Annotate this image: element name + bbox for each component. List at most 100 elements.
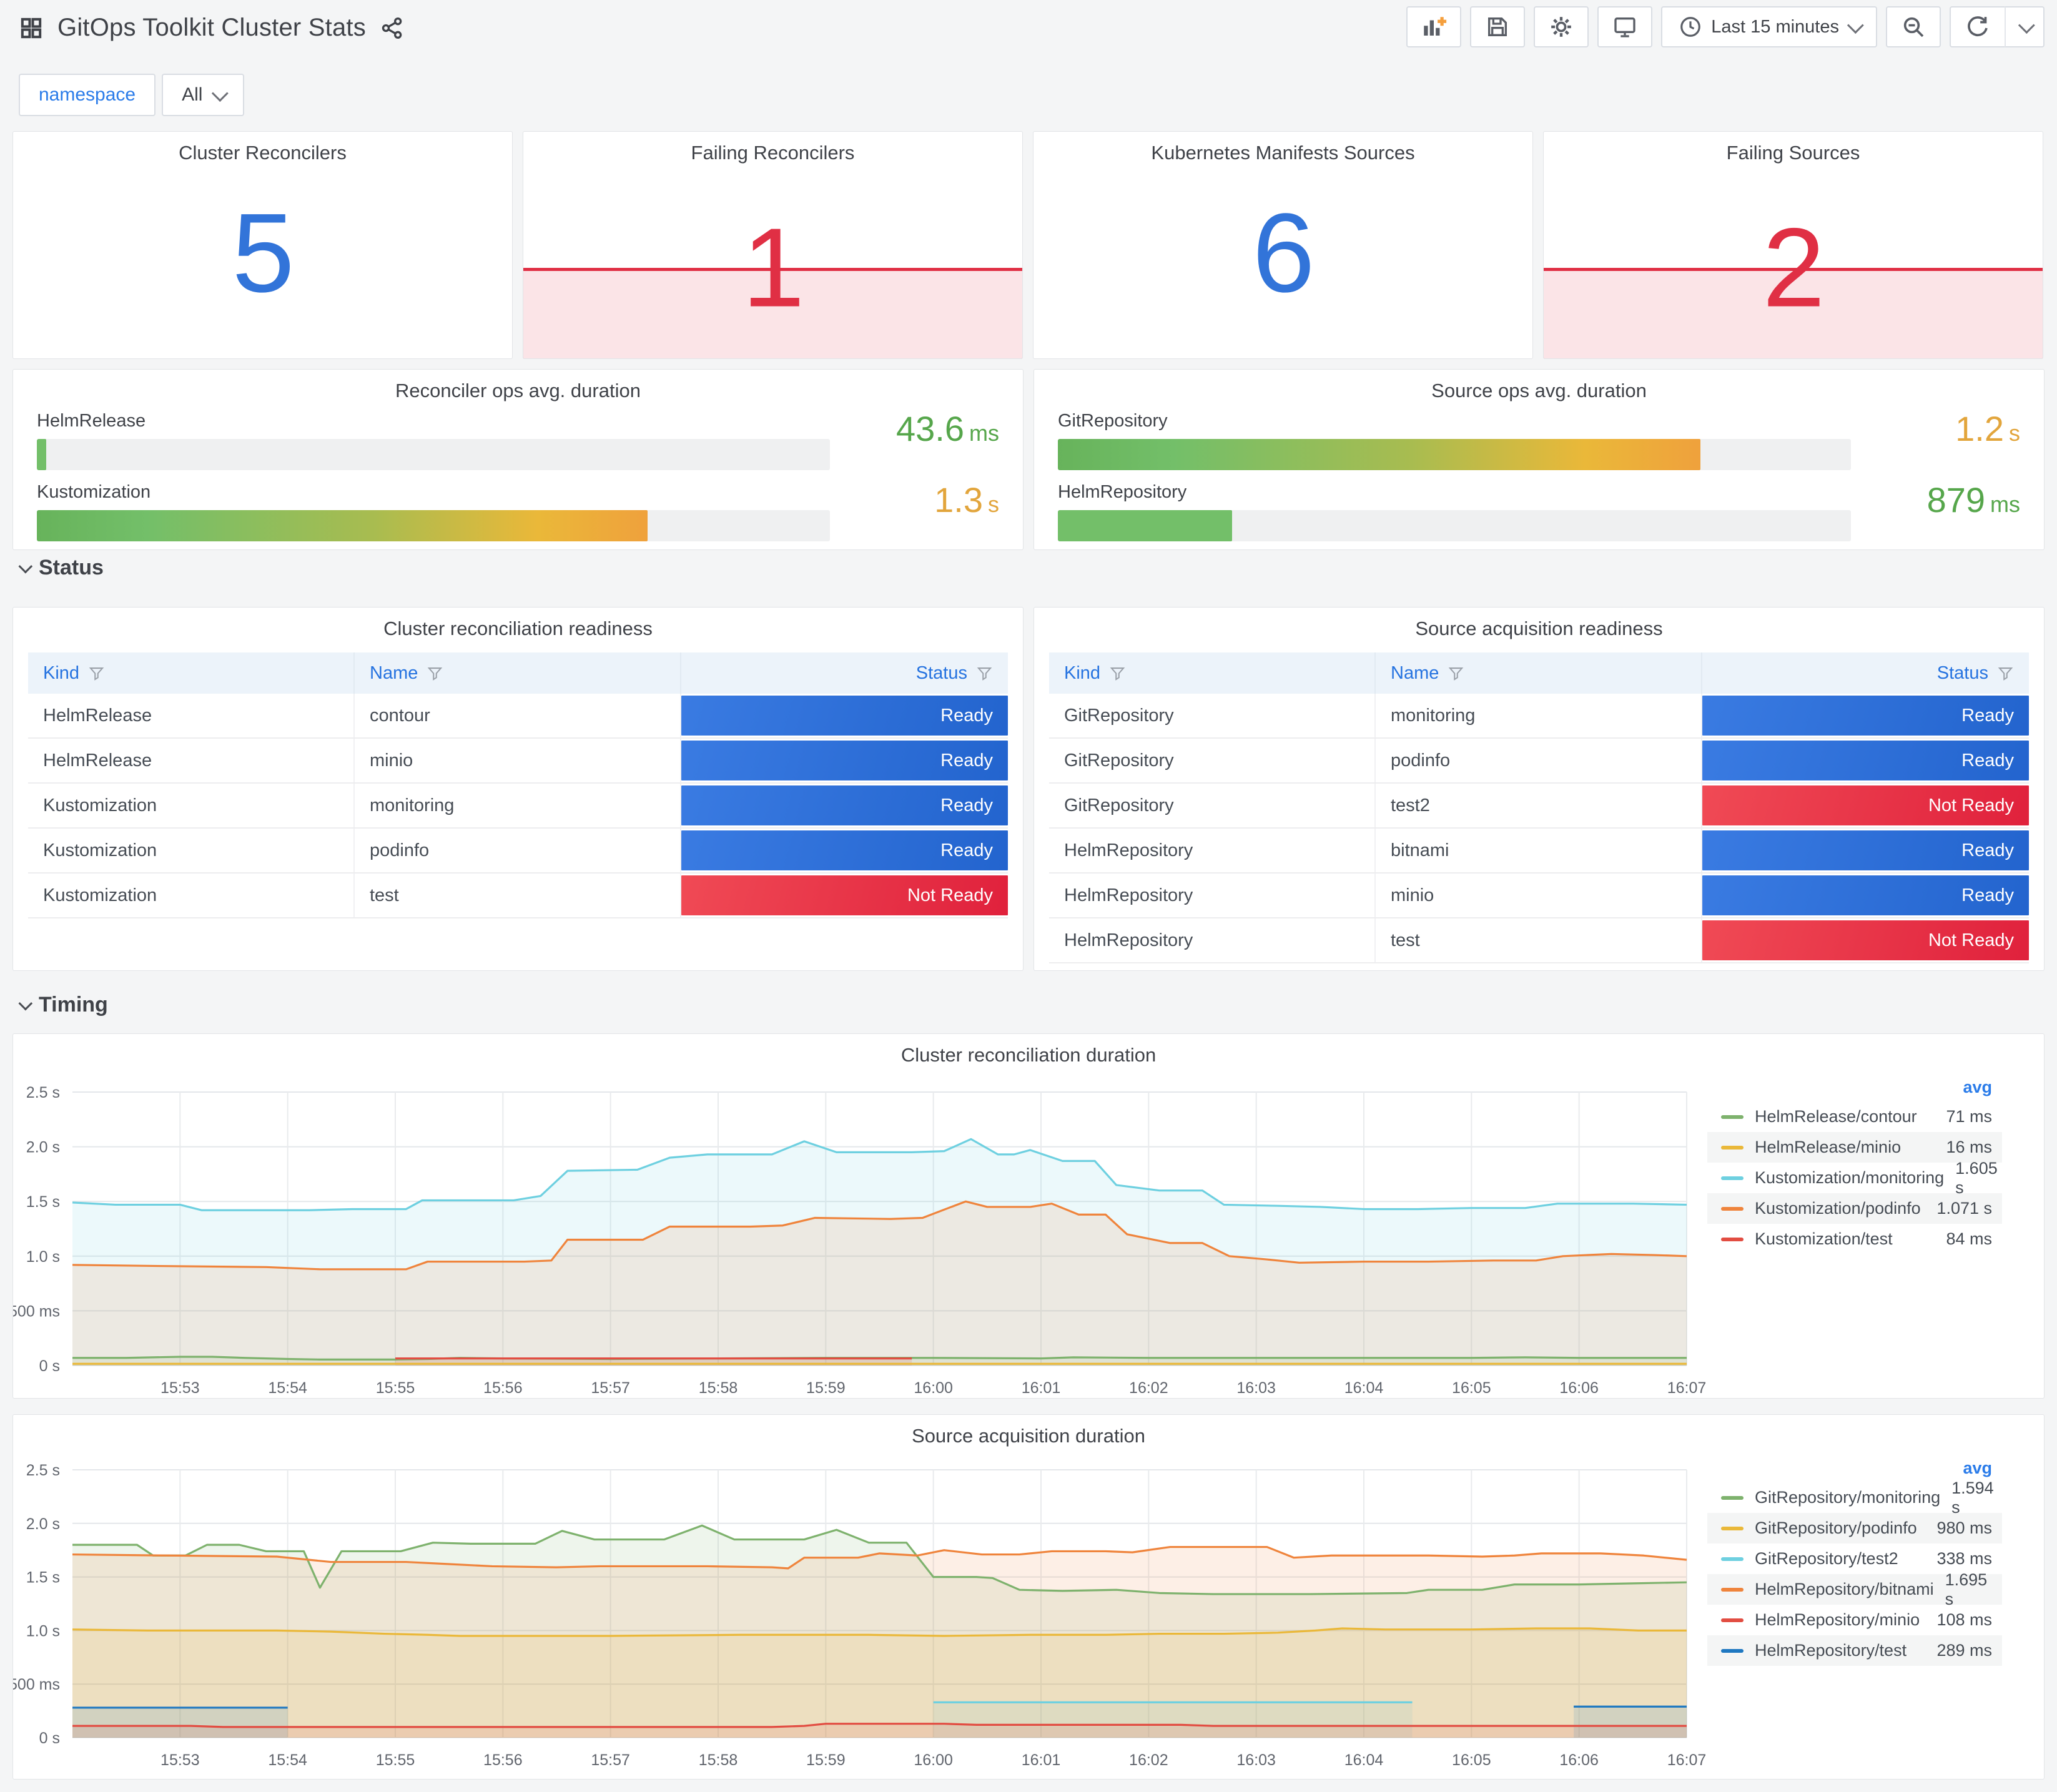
filter-icon[interactable] (88, 665, 105, 682)
column-header-status[interactable]: Status (1702, 652, 2029, 694)
gauge-row-kustomization: Kustomization 1.3 s (37, 480, 999, 557)
legend-series-avg: 1.594 s (1951, 1478, 1994, 1517)
section-title: Status (39, 556, 104, 579)
legend-series-avg: 980 ms (1936, 1519, 1992, 1537)
panel-title[interactable]: Failing Reconcilers (523, 142, 1022, 164)
legend-item[interactable]: HelmRepository/bitnami 1.695 s (1707, 1570, 2002, 1608)
legend-series-name: HelmRepository/bitnami (1755, 1580, 1934, 1598)
table-row: HelmRelease minio Ready (28, 739, 1008, 784)
legend-series-color (1721, 1618, 1744, 1622)
dashboard-grid-icon[interactable] (19, 16, 44, 41)
panel-title[interactable]: Cluster reconciliation readiness (13, 618, 1023, 640)
status-badge: Ready (1702, 830, 2029, 870)
legend-series-color (1721, 1495, 1744, 1500)
svg-text:15:55: 15:55 (376, 1751, 415, 1769)
gauge-value: 43.6 ms (896, 409, 999, 448)
refresh-button[interactable] (1950, 6, 2005, 47)
legend-item[interactable]: Kustomization/monitoring 1.605 s (1707, 1159, 2002, 1197)
table-row: GitRepository podinfo Ready (1049, 739, 2029, 784)
legend-series-avg: 108 ms (1936, 1610, 1992, 1629)
filter-icon[interactable] (427, 665, 443, 682)
legend-series-name: HelmRelease/contour (1755, 1107, 1917, 1126)
column-header-name[interactable]: Name (1376, 652, 1702, 694)
svg-text:2.5 s: 2.5 s (26, 1462, 60, 1479)
table-header-row: Kind Name Status (28, 652, 1008, 694)
legend-series-avg: 84 ms (1946, 1229, 1992, 1248)
tv-mode-button[interactable] (1597, 6, 1653, 47)
legend-series-name: Kustomization/podinfo (1755, 1199, 1921, 1218)
panel-title[interactable]: Kubernetes Manifests Sources (1033, 142, 1532, 164)
legend-series-color (1721, 1557, 1744, 1561)
save-dashboard-button[interactable] (1470, 6, 1526, 47)
svg-text:15:54: 15:54 (268, 1751, 307, 1769)
svg-text:500 ms: 500 ms (13, 1676, 60, 1693)
panel-title[interactable]: Source acquisition readiness (1034, 618, 2044, 640)
legend-item[interactable]: HelmRepository/minio 108 ms (1707, 1605, 2002, 1635)
legend-item[interactable]: GitRepository/monitoring 1.594 s (1707, 1479, 2002, 1517)
variable-namespace-select[interactable]: All (162, 74, 245, 116)
cell-kind: HelmRepository (1049, 918, 1376, 962)
section-row-timing[interactable]: Timing (18, 993, 108, 1017)
status-badge: Not Ready (1702, 785, 2029, 825)
panel-title[interactable]: Failing Sources (1544, 142, 2043, 164)
stat-value: 2 (1762, 205, 1825, 331)
legend-item[interactable]: HelmRepository/test 289 ms (1707, 1635, 2002, 1666)
legend-avg-header[interactable]: avg (1707, 1073, 2002, 1101)
zoom-out-button[interactable] (1886, 6, 1941, 47)
panel-title[interactable]: Source ops avg. duration (1034, 380, 2044, 402)
column-header-status[interactable]: Status (681, 652, 1008, 694)
legend-series-avg: 1.071 s (1936, 1199, 1992, 1218)
panel-title[interactable]: Cluster Reconcilers (13, 142, 512, 164)
legend-series-avg: 16 ms (1946, 1138, 1992, 1156)
panel-failing-reconcilers: Failing Reconcilers 1 (523, 131, 1023, 359)
legend-series-color (1721, 1526, 1744, 1530)
filter-icon[interactable] (1448, 665, 1464, 682)
legend-series-avg: 1.695 s (1945, 1570, 1988, 1608)
svg-text:15:58: 15:58 (699, 1379, 738, 1397)
gauge-row-gitrepository: GitRepository 1.2 s (1058, 409, 2020, 486)
gauge-value: 1.3 s (934, 480, 999, 519)
legend-item[interactable]: HelmRelease/contour 71 ms (1707, 1101, 2002, 1132)
svg-text:15:55: 15:55 (376, 1379, 415, 1397)
legend-item[interactable]: GitRepository/podinfo 980 ms (1707, 1513, 2002, 1543)
table-row: Kustomization monitoring Ready (28, 784, 1008, 829)
panel-cluster-reconciliation-duration: Cluster reconciliation duration 0 s 500 m… (12, 1033, 2045, 1399)
refresh-interval-button[interactable] (2005, 6, 2045, 47)
legend-series-avg: 289 ms (1936, 1641, 1992, 1660)
cell-name: monitoring (355, 784, 681, 827)
legend-series-color (1721, 1237, 1744, 1241)
svg-text:16:04: 16:04 (1344, 1379, 1384, 1397)
filter-icon[interactable] (976, 665, 993, 682)
share-icon[interactable] (380, 16, 405, 41)
submenu: namespace All (19, 74, 245, 116)
time-range-picker[interactable]: Last 15 minutes (1661, 6, 1877, 47)
svg-text:2.0 s: 2.0 s (26, 1139, 60, 1156)
section-row-status[interactable]: Status (18, 556, 104, 580)
column-header-kind[interactable]: Kind (28, 652, 355, 694)
column-header-name[interactable]: Name (355, 652, 681, 694)
svg-text:15:53: 15:53 (160, 1379, 200, 1397)
legend-series-color (1721, 1145, 1744, 1150)
add-panel-button[interactable] (1406, 6, 1462, 47)
legend-series-avg: 1.605 s (1955, 1158, 1998, 1197)
svg-text:16:06: 16:06 (1559, 1379, 1599, 1397)
grafana-dashboard: GitOps Toolkit Cluster Stats Last 15 min… (0, 0, 2057, 1792)
cell-kind: HelmRepository (1049, 874, 1376, 917)
cell-name: monitoring (1376, 694, 1702, 737)
cell-name: minio (355, 739, 681, 782)
filter-icon[interactable] (1109, 665, 1126, 682)
svg-text:15:58: 15:58 (699, 1751, 738, 1769)
legend-item[interactable]: Kustomization/test 84 ms (1707, 1224, 2002, 1254)
filter-icon[interactable] (1997, 665, 2014, 682)
settings-button[interactable] (1534, 6, 1589, 47)
cell-kind: Kustomization (28, 874, 355, 917)
panel-title[interactable]: Reconciler ops avg. duration (13, 380, 1023, 402)
time-range-label: Last 15 minutes (1711, 16, 1839, 37)
cell-kind: HelmRelease (28, 694, 355, 737)
column-header-kind[interactable]: Kind (1049, 652, 1376, 694)
legend-item[interactable]: Kustomization/podinfo 1.071 s (1707, 1193, 2002, 1224)
svg-text:15:57: 15:57 (591, 1379, 630, 1397)
status-badge: Ready (1702, 875, 2029, 915)
svg-text:16:02: 16:02 (1129, 1751, 1168, 1769)
cell-name: test (355, 874, 681, 917)
